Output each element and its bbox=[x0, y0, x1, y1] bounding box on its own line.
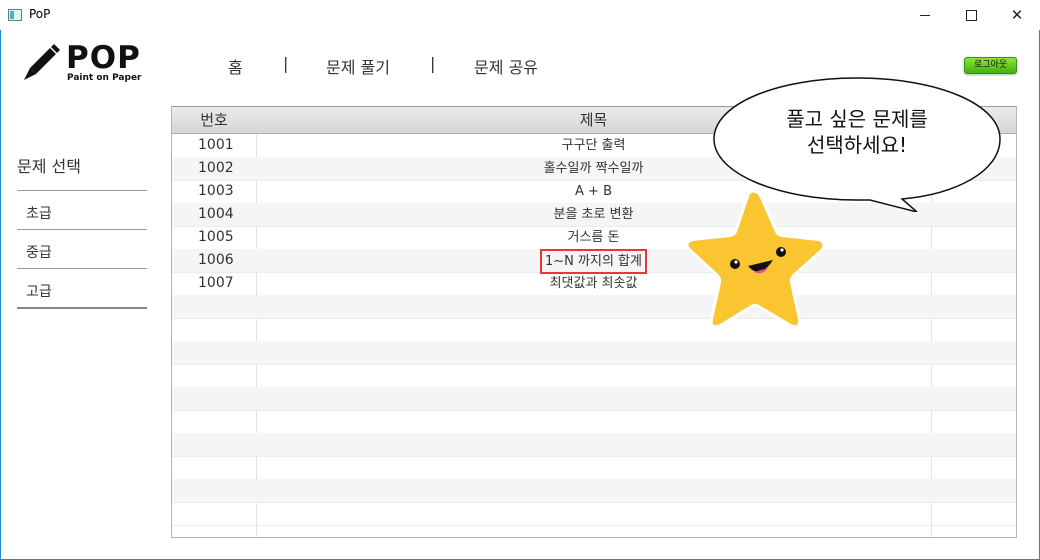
empty-row bbox=[172, 387, 1016, 411]
row-number: 1005 bbox=[198, 229, 234, 245]
table-row-highlighted[interactable]: 1006 1~N 까지의 합계 bbox=[172, 249, 1016, 274]
star-mascot-icon bbox=[685, 189, 826, 329]
close-icon: ✕ bbox=[1010, 6, 1024, 24]
sidebar-item-advanced[interactable]: 고급 bbox=[26, 281, 52, 301]
nav-home[interactable]: 홈 bbox=[228, 54, 243, 78]
table-row[interactable]: 1005 거스름 돈 bbox=[172, 226, 1016, 250]
speech-line-2: 선택하세요! bbox=[806, 133, 908, 157]
maximize-button[interactable] bbox=[948, 0, 994, 30]
row-number: 1001 bbox=[198, 137, 234, 153]
sidebar-item-beginner[interactable]: 초급 bbox=[26, 203, 52, 223]
empty-row bbox=[172, 318, 1016, 342]
app-icon bbox=[8, 9, 22, 21]
sidebar-title: 문제 선택 bbox=[17, 157, 81, 176]
table-row[interactable]: 1007 최댓값과 최솟값 bbox=[172, 272, 1016, 296]
empty-row bbox=[172, 456, 1016, 480]
logo-subtitle: Paint on Paper bbox=[67, 73, 142, 83]
logo: POP Paint on Paper bbox=[22, 40, 152, 86]
empty-row bbox=[172, 433, 1016, 457]
empty-row bbox=[172, 364, 1016, 388]
row-title-highlighted: 1~N 까지의 합계 bbox=[540, 249, 647, 274]
row-number: 1006 bbox=[198, 252, 234, 268]
empty-row bbox=[172, 502, 1016, 526]
header-number[interactable]: 번호 bbox=[172, 107, 256, 133]
row-number: 1004 bbox=[198, 206, 234, 222]
empty-row bbox=[172, 295, 1016, 319]
nav-solve-problems[interactable]: 문제 풀기 bbox=[326, 54, 390, 78]
sidebar-divider bbox=[17, 190, 147, 191]
empty-row bbox=[172, 479, 1016, 503]
pencil-icon bbox=[24, 44, 60, 80]
empty-row bbox=[172, 341, 1016, 365]
row-number: 1002 bbox=[198, 160, 234, 176]
row-number: 1007 bbox=[198, 275, 234, 291]
minimize-button[interactable] bbox=[902, 0, 948, 30]
sidebar-divider bbox=[17, 268, 147, 269]
sidebar-item-intermediate[interactable]: 중급 bbox=[26, 242, 52, 262]
title-bar[interactable]: PoP ✕ bbox=[0, 0, 1040, 30]
logo-text: POP bbox=[66, 40, 141, 76]
nav-separator: | bbox=[430, 54, 436, 73]
nav-separator: | bbox=[283, 54, 289, 73]
nav-share-problems[interactable]: 문제 공유 bbox=[474, 54, 538, 78]
window-title: PoP bbox=[29, 7, 51, 21]
sidebar-divider bbox=[17, 229, 147, 230]
empty-row bbox=[172, 410, 1016, 434]
speech-line-1: 풀고 싶은 문제를 bbox=[786, 107, 928, 131]
close-button[interactable]: ✕ bbox=[994, 0, 1040, 30]
sidebar-divider bbox=[17, 307, 147, 309]
minimize-icon bbox=[920, 14, 930, 16]
row-number: 1003 bbox=[198, 183, 234, 199]
speech-bubble-text: 풀고 싶은 문제를 선택하세요! bbox=[712, 106, 1002, 158]
maximize-icon bbox=[965, 9, 977, 21]
